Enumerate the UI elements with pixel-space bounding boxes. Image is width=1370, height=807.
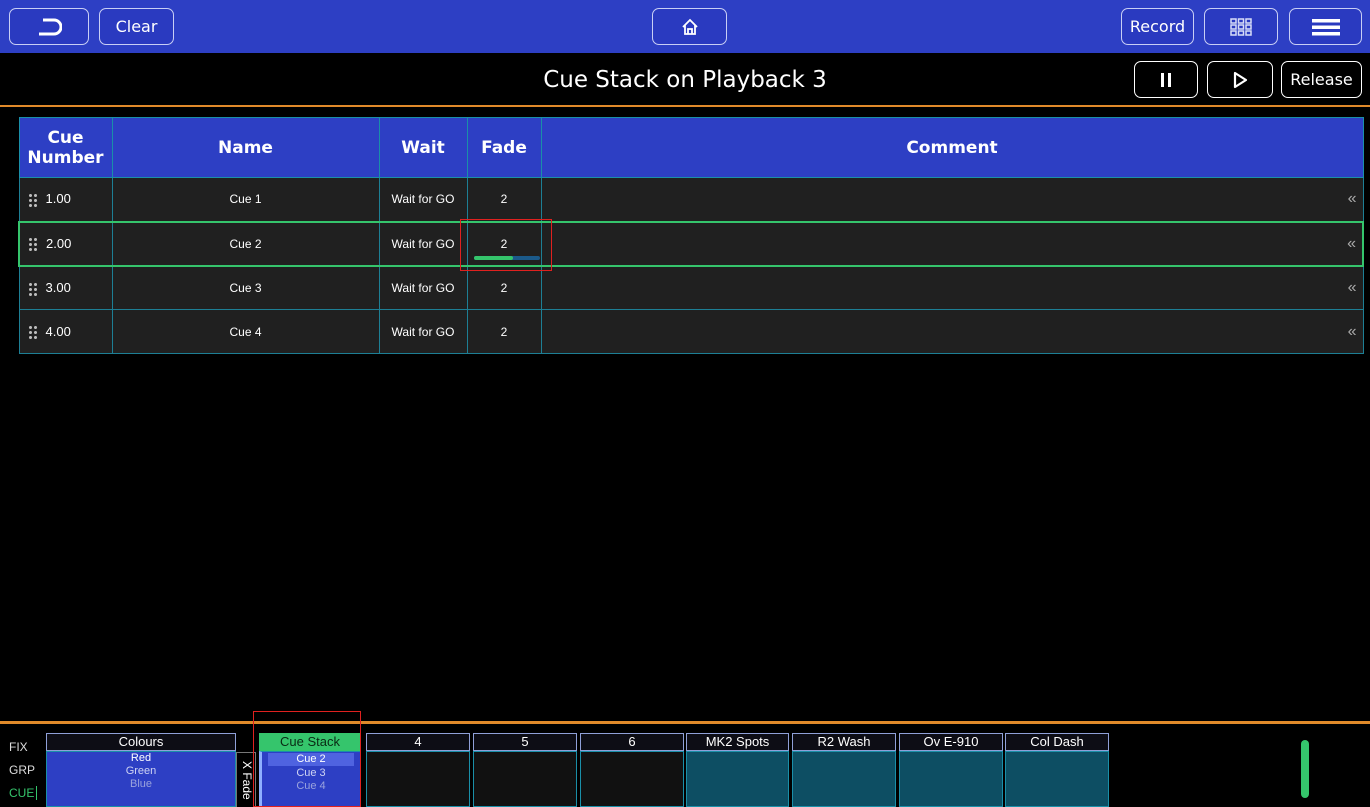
expand-chevrons-icon[interactable]: « [1348, 279, 1357, 296]
top-toolbar: Clear Record [0, 0, 1370, 53]
playback-label: 6 [580, 733, 684, 751]
playback-label: 4 [366, 733, 470, 751]
playback-contents[interactable] [1005, 751, 1109, 807]
pause-button[interactable] [1134, 61, 1198, 98]
cue-wait-cell[interactable]: Wait for GO [378, 177, 468, 222]
back-button[interactable] [9, 8, 89, 45]
playback-contents[interactable] [473, 751, 577, 807]
cue-row[interactable]: 4.00 Cue 4 Wait for GO 2 « [18, 309, 1364, 354]
playback-label: Col Dash [1005, 733, 1109, 751]
cue-comment-cell[interactable]: « [540, 309, 1364, 354]
header-comment[interactable]: Comment [540, 117, 1364, 178]
playback-slot-4[interactable]: 4 [366, 733, 470, 807]
level-fader-indicator[interactable] [1301, 740, 1309, 798]
cue-comment-cell[interactable]: « [540, 220, 1364, 267]
back-icon [39, 18, 62, 35]
cue-fade-cell[interactable]: 2 [466, 265, 542, 310]
cue-fade-cell[interactable]: 2 [466, 177, 542, 222]
playback-label: Ov E-910 [899, 733, 1003, 751]
playback-label: 5 [473, 733, 577, 751]
side-tab-cue[interactable]: CUE [9, 786, 38, 800]
cue-number-cell[interactable]: 4.00 [18, 309, 113, 354]
home-button[interactable] [652, 8, 727, 45]
play-button[interactable] [1207, 61, 1273, 98]
playback-label: MK2 Spots [686, 733, 789, 751]
grid-icon [1230, 17, 1252, 36]
header-wait[interactable]: Wait [378, 117, 468, 178]
playback-item: Blue [129, 778, 153, 790]
playback-contents[interactable] [792, 751, 896, 807]
playback-item: Green [125, 765, 157, 777]
play-icon [1233, 71, 1248, 88]
cue-comment-cell[interactable]: « [540, 177, 1364, 222]
playback-slot-6[interactable]: 6 [580, 733, 684, 807]
cue-comment-cell[interactable]: « [540, 265, 1364, 310]
cue-wait-cell[interactable]: Wait for GO [378, 220, 468, 267]
header-cue-number[interactable]: Cue Number [18, 117, 113, 178]
cue-row[interactable]: 1.00 Cue 1 Wait for GO 2 « [18, 177, 1364, 222]
cue-row[interactable]: 3.00 Cue 3 Wait for GO 2 « [18, 265, 1364, 310]
cue-fade-cell[interactable]: 2 [466, 309, 542, 354]
drag-handle-icon[interactable] [27, 193, 38, 208]
cue-name-cell[interactable]: Cue 3 [111, 265, 380, 310]
cue-name-cell[interactable]: Cue 1 [111, 177, 380, 222]
cue-number-cell[interactable]: 1.00 [18, 177, 113, 222]
side-tab-grp[interactable]: GRP [9, 763, 35, 777]
cue-name-cell[interactable]: Cue 2 [111, 220, 380, 267]
header-name[interactable]: Name [111, 117, 380, 178]
home-icon [681, 18, 698, 35]
header-fade[interactable]: Fade [466, 117, 542, 178]
drag-handle-icon[interactable] [27, 281, 38, 296]
record-button[interactable]: Record [1121, 8, 1194, 45]
playback-slot-5[interactable]: 5 [473, 733, 577, 807]
cue-number-cell[interactable]: 3.00 [18, 265, 113, 310]
expand-chevrons-icon[interactable]: « [1348, 323, 1357, 340]
menu-button[interactable] [1289, 8, 1362, 45]
side-tab-fix[interactable]: FIX [9, 740, 28, 754]
playback-slot-colours[interactable]: Colours Red Green Blue [46, 733, 236, 807]
pause-icon [1161, 72, 1171, 87]
playback-contents[interactable] [899, 751, 1003, 807]
cue-wait-cell[interactable]: Wait for GO [378, 309, 468, 354]
playback-contents[interactable] [366, 751, 470, 807]
playback-slot-ov-e-910[interactable]: Ov E-910 [899, 733, 1003, 807]
playback-highlight-box [253, 711, 361, 807]
playback-label: R2 Wash [792, 733, 896, 751]
expand-chevrons-icon[interactable]: « [1348, 190, 1357, 207]
cue-table: Cue Number Name Wait Fade Comment 1.00 Cu… [18, 117, 1364, 354]
playback-item: Red [130, 752, 152, 764]
drag-handle-icon[interactable] [28, 237, 38, 252]
cue-wait-cell[interactable]: Wait for GO [378, 265, 468, 310]
cue-name-cell[interactable]: Cue 4 [111, 309, 380, 354]
clear-button[interactable]: Clear [99, 8, 174, 45]
hamburger-menu-icon [1311, 18, 1340, 35]
drag-handle-icon[interactable] [27, 325, 38, 340]
expand-chevrons-icon[interactable]: « [1347, 235, 1356, 252]
playback-label: Colours [46, 733, 236, 751]
playback-slot-mk2-spots[interactable]: MK2 Spots [686, 733, 789, 807]
cue-row-active[interactable]: 2.00 Cue 2 Wait for GO 2 « [18, 220, 1364, 267]
grid-view-button[interactable] [1204, 8, 1278, 45]
playback-slot-col-dash[interactable]: Col Dash [1005, 733, 1109, 807]
fade-highlight-box [460, 219, 552, 271]
playback-contents[interactable]: Red Green Blue [46, 751, 236, 807]
playback-slot-r2-wash[interactable]: R2 Wash [792, 733, 896, 807]
playback-contents[interactable] [686, 751, 789, 807]
cue-number-cell[interactable]: 2.00 [18, 220, 113, 267]
playback-contents[interactable] [580, 751, 684, 807]
release-button[interactable]: Release [1281, 61, 1362, 98]
